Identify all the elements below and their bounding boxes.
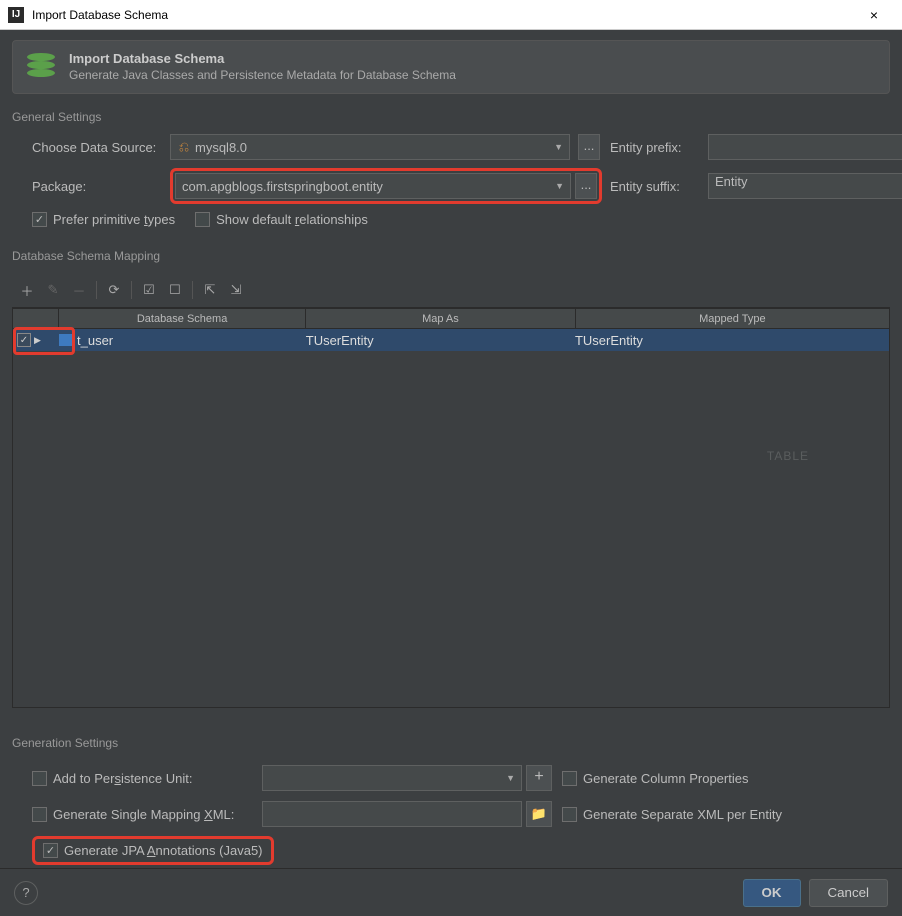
checkbox-checked-icon bbox=[32, 212, 47, 227]
separate-xml-label: Generate Separate XML per Entity bbox=[583, 807, 782, 822]
mapping-xml-path-input[interactable] bbox=[262, 801, 522, 827]
general-settings-label: General Settings bbox=[12, 110, 890, 124]
mysql-icon: ⎌ bbox=[177, 139, 191, 155]
chevron-down-icon: ▼ bbox=[555, 181, 564, 191]
help-button[interactable]: ? bbox=[14, 881, 38, 905]
row-map-as: TUserEntity bbox=[306, 333, 575, 348]
expand-all-button[interactable]: ⇱ bbox=[199, 279, 221, 301]
package-value: com.apgblogs.firstspringboot.entity bbox=[182, 179, 383, 194]
show-default-relationships-checkbox[interactable]: Show default relationships bbox=[195, 212, 368, 227]
row-name: t_user bbox=[77, 333, 113, 348]
checkbox-icon bbox=[195, 212, 210, 227]
database-icon bbox=[25, 51, 57, 83]
ok-button[interactable]: OK bbox=[743, 879, 801, 907]
prefer-primitive-checkbox[interactable]: Prefer primitive types bbox=[32, 212, 175, 227]
row-checkbox[interactable] bbox=[17, 333, 31, 347]
single-mapping-xml-checkbox[interactable]: Generate Single Mapping XML: bbox=[32, 807, 234, 822]
checkbox-icon bbox=[32, 807, 47, 822]
table-watermark: TABLE bbox=[767, 449, 809, 463]
schema-table: Database Schema Map As Mapped Type ▶ t_u… bbox=[12, 308, 890, 708]
generate-column-properties-label: Generate Column Properties bbox=[583, 771, 748, 786]
cancel-button[interactable]: Cancel bbox=[809, 879, 889, 907]
dialog-footer: ? OK Cancel bbox=[0, 868, 902, 916]
titlebar: IJ Import Database Schema × bbox=[0, 0, 902, 30]
package-browse-button[interactable]: ... bbox=[575, 173, 597, 199]
data-source-browse-button[interactable]: ... bbox=[578, 134, 600, 160]
generate-jpa-label: Generate JPA Annotations (Java5) bbox=[64, 843, 263, 858]
select-all-button[interactable]: ☑ bbox=[138, 279, 160, 301]
chevron-down-icon: ▼ bbox=[554, 142, 563, 152]
remove-button[interactable]: － bbox=[68, 279, 90, 301]
generate-column-properties-checkbox[interactable]: Generate Column Properties bbox=[562, 771, 748, 786]
show-default-relationships-label: Show default relationships bbox=[216, 212, 368, 227]
row-mapped-type: TUserEntity bbox=[575, 333, 889, 348]
col-map-as: Map As bbox=[306, 309, 576, 328]
col-mapped-type: Mapped Type bbox=[576, 309, 889, 328]
edit-button[interactable]: ✎ bbox=[42, 279, 64, 301]
folder-icon: 📁 bbox=[531, 806, 547, 822]
schema-mapping-label: Database Schema Mapping bbox=[12, 249, 890, 263]
persistence-unit-combo[interactable]: ▼ bbox=[262, 765, 522, 791]
col-database-schema: Database Schema bbox=[59, 309, 306, 328]
banner: Import Database Schema Generate Java Cla… bbox=[12, 40, 890, 94]
expand-arrow-icon[interactable]: ▶ bbox=[34, 335, 41, 346]
checkbox-checked-icon bbox=[43, 843, 58, 858]
separate-xml-checkbox[interactable]: Generate Separate XML per Entity bbox=[562, 807, 782, 822]
chevron-down-icon: ▼ bbox=[506, 773, 515, 783]
app-icon: IJ bbox=[8, 7, 24, 23]
entity-prefix-label: Entity prefix: bbox=[610, 140, 700, 155]
banner-subtitle: Generate Java Classes and Persistence Me… bbox=[69, 68, 456, 82]
add-persistence-unit-button[interactable]: + bbox=[526, 765, 552, 791]
prefer-primitive-label: Prefer primitive types bbox=[53, 212, 175, 227]
single-mapping-xml-label: Generate Single Mapping XML: bbox=[53, 807, 234, 822]
browse-xml-button[interactable]: 📁 bbox=[526, 801, 552, 827]
schema-toolbar: ＋ ✎ － ⟳ ☑ ☐ ⇱ ⇲ bbox=[12, 273, 890, 308]
checkbox-icon bbox=[562, 807, 577, 822]
refresh-button[interactable]: ⟳ bbox=[103, 279, 125, 301]
add-persistence-label: Add to Persistence Unit: bbox=[53, 771, 192, 786]
window-title: Import Database Schema bbox=[32, 8, 854, 22]
generation-settings-label: Generation Settings bbox=[12, 736, 890, 750]
add-button[interactable]: ＋ bbox=[16, 279, 38, 301]
package-label: Package: bbox=[32, 179, 162, 194]
banner-title: Import Database Schema bbox=[69, 51, 456, 66]
data-source-combo[interactable]: ⎌ mysql8.0 ▼ bbox=[170, 134, 570, 160]
entity-suffix-label: Entity suffix: bbox=[610, 179, 700, 194]
checkbox-icon bbox=[562, 771, 577, 786]
add-persistence-checkbox[interactable]: Add to Persistence Unit: bbox=[32, 771, 192, 786]
data-source-value: mysql8.0 bbox=[195, 140, 247, 155]
package-combo[interactable]: com.apgblogs.firstspringboot.entity ▼ bbox=[175, 173, 571, 199]
generate-jpa-checkbox[interactable]: Generate JPA Annotations (Java5) bbox=[43, 843, 263, 858]
deselect-all-button[interactable]: ☐ bbox=[164, 279, 186, 301]
table-icon bbox=[59, 334, 73, 346]
close-button[interactable]: × bbox=[854, 7, 894, 23]
checkbox-icon bbox=[32, 771, 47, 786]
data-source-label: Choose Data Source: bbox=[32, 140, 162, 155]
table-row[interactable]: ▶ t_user TUserEntity TUserEntity bbox=[13, 329, 889, 351]
jpa-highlight: Generate JPA Annotations (Java5) bbox=[32, 836, 274, 865]
entity-suffix-input[interactable]: Entity bbox=[708, 173, 902, 199]
entity-prefix-input[interactable] bbox=[708, 134, 902, 160]
collapse-all-button[interactable]: ⇲ bbox=[225, 279, 247, 301]
